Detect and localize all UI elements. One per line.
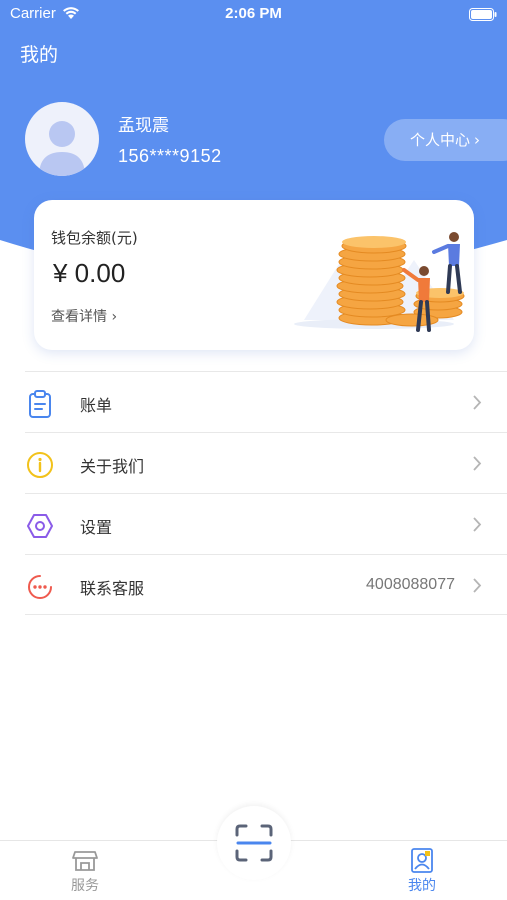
wallet-balance-amount: ¥ 0.00 [53,258,126,288]
personal-center-label: 个人中心 [410,131,471,149]
chevron-right-icon [473,578,482,593]
chevron-right-icon [473,517,482,532]
menu-item-label: 设置 [80,518,113,537]
menu-item-customer-service[interactable]: 联系客服 4008088077 [25,554,507,615]
clock-label: 2:06 PM [225,5,282,22]
chevron-right-icon [473,456,482,471]
user-phone: 156****9152 [118,146,222,166]
chat-bubble-icon [28,575,52,599]
scan-icon [235,824,273,862]
tab-label: 服务 [71,878,99,894]
menu-item-label: 关于我们 [80,457,145,476]
status-bar: Carrier 2:06 PM [0,0,507,28]
clipboard-icon [29,390,51,418]
user-avatar-icon [39,121,85,176]
tab-mine[interactable]: 我的 [382,841,462,900]
battery-icon [469,7,497,25]
store-icon [72,851,98,871]
profile-card-icon [411,848,433,873]
personal-center-button[interactable]: 个人中心 › [384,119,507,161]
menu-item-bill[interactable]: 账单 [25,371,507,432]
page-title: 我的 [20,44,59,66]
wallet-balance-label: 钱包余额(元) [51,229,138,247]
menu-item-settings[interactable]: 设置 [25,493,507,554]
wallet-details-link[interactable]: 查看详情 › [51,306,117,326]
settings-hex-icon [27,514,53,538]
wallet-card: 钱包余额(元) ¥ 0.00 查看详情 › [34,200,474,350]
chevron-right-icon: › [474,131,481,149]
menu-item-label: 联系客服 [80,579,145,598]
avatar[interactable] [25,102,99,176]
info-icon [27,452,53,478]
tab-label: 我的 [408,878,436,894]
settings-menu: 账单 关于我们 设置 联系客服 4008088077 [25,371,507,615]
scan-button[interactable] [217,806,291,880]
coins-illustration [294,232,465,332]
tab-service[interactable]: 服务 [45,841,125,900]
menu-item-label: 账单 [80,396,113,415]
chevron-right-icon: › [111,309,118,325]
wallet-details-label: 查看详情 [51,309,107,325]
chevron-right-icon [473,395,482,410]
menu-item-about-us[interactable]: 关于我们 [25,432,507,493]
customer-service-phone: 4008088077 [366,576,455,593]
user-name: 孟现震 [118,116,169,136]
